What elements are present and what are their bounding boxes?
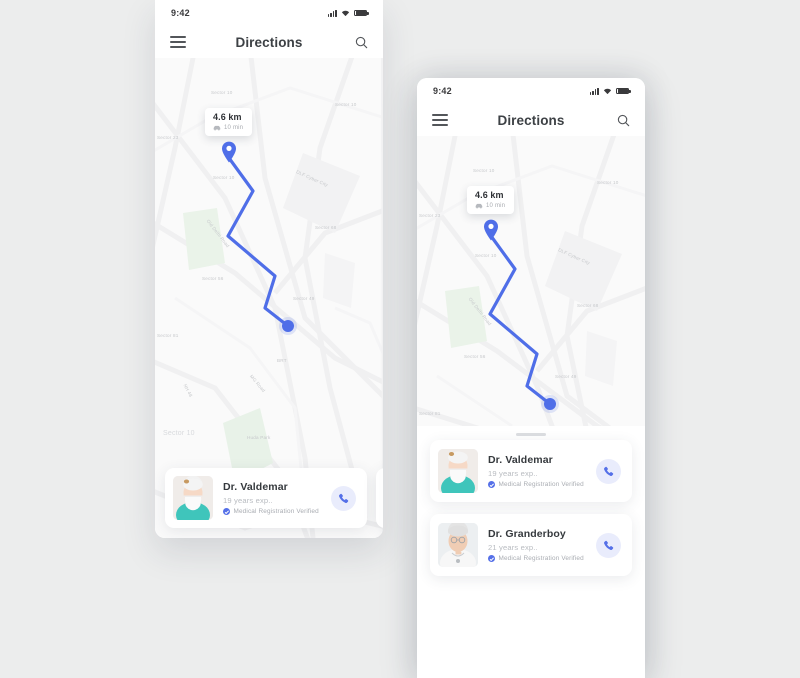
drag-handle[interactable]	[516, 433, 546, 436]
search-icon[interactable]	[617, 114, 630, 127]
status-bar-icons	[327, 9, 369, 17]
call-button[interactable]	[331, 485, 356, 511]
nav-bar: Directions	[417, 104, 645, 136]
map-view[interactable]: Sector 10 Sector 10 Sector 23 Sector 10 …	[417, 136, 645, 426]
doctor-card[interactable]: Dr. Valdemar 19 years exp.. Medical Regi…	[165, 468, 367, 528]
doctor-info: Dr. Valdemar 19 years exp.. Medical Regi…	[478, 453, 596, 489]
nav-bar: Directions	[155, 26, 383, 58]
map-graphics	[155, 58, 383, 538]
avatar	[438, 523, 478, 567]
page-title: Directions	[235, 34, 303, 50]
status-bar: 9:42	[417, 78, 645, 104]
status-bar: 9:42	[155, 0, 383, 26]
avatar	[173, 476, 213, 520]
status-bar-time: 9:42	[171, 8, 190, 18]
verified-label: Medical Registration Verified	[498, 555, 584, 563]
verification-row: Medical Registration Verified	[223, 508, 331, 516]
car-icon	[475, 203, 483, 209]
battery-icon	[616, 87, 631, 95]
verified-label: Medical Registration Verified	[233, 508, 319, 516]
car-icon	[213, 125, 221, 131]
doctor-info: Dr. Valdemar 19 years exp.. Medical Regi…	[213, 480, 331, 516]
status-bar-icons	[589, 87, 631, 95]
doctor-list-sheet: Dr. Valdemar 19 years exp.. Medical Regi…	[417, 426, 645, 678]
map-view[interactable]: Sector 10 Sector 10 Sector 23 Sector 10 …	[155, 58, 383, 538]
doctor-card[interactable]: Dr. Granderboy 21 years exp.. Medical Re…	[430, 514, 632, 576]
route-duration: 10 min	[224, 124, 244, 131]
route-distance: 4.6 km	[213, 112, 242, 122]
doctor-list: Dr. Valdemar 19 years exp.. Medical Regi…	[417, 440, 645, 576]
call-button[interactable]	[596, 532, 621, 558]
map-pin-marker[interactable]	[483, 219, 499, 241]
hamburger-menu-icon[interactable]	[170, 36, 186, 48]
doctor-info: Dr. Granderboy 21 years exp.. Medical Re…	[478, 527, 596, 563]
verified-label: Medical Registration Verified	[498, 481, 584, 489]
doctor-card-next-peek[interactable]	[376, 468, 383, 528]
doctor-experience: 19 years exp..	[488, 469, 538, 479]
map-pin-marker[interactable]	[221, 141, 237, 163]
destination-dot	[544, 398, 556, 410]
route-distance: 4.6 km	[475, 190, 504, 200]
route-info-tooltip: 4.6 km 10 min	[467, 186, 515, 214]
doctor-name: Dr. Valdemar	[488, 453, 553, 466]
search-icon[interactable]	[355, 36, 368, 49]
wifi-icon	[603, 88, 612, 95]
verified-check-icon	[488, 481, 495, 489]
status-bar-time: 9:42	[433, 86, 452, 96]
route-duration: 10 min	[486, 202, 506, 209]
avatar	[438, 449, 478, 493]
route-info-tooltip: 4.6 km 10 min	[205, 108, 253, 136]
doctor-experience: 19 years exp..	[223, 496, 273, 506]
hamburger-menu-icon[interactable]	[432, 114, 448, 126]
signal-icon	[327, 9, 337, 17]
verified-check-icon	[488, 555, 495, 563]
doctor-card-carousel[interactable]: Dr. Valdemar 19 years exp.. Medical Regi…	[155, 468, 383, 528]
doctor-experience: 21 years exp..	[488, 543, 538, 553]
doctor-name: Dr. Granderboy	[488, 527, 566, 540]
map-graphics	[417, 136, 645, 426]
canvas: 9:42 Directions Sector 10 Sector 10 Sect…	[0, 0, 800, 678]
call-button[interactable]	[596, 458, 621, 484]
wifi-icon	[341, 10, 350, 17]
verification-row: Medical Registration Verified	[488, 481, 596, 489]
battery-icon	[354, 9, 369, 17]
destination-dot	[282, 320, 294, 332]
verified-check-icon	[223, 508, 230, 516]
phone-mockup-front: 9:42 Directions Sector 10 Sector 10 Sect…	[417, 78, 645, 678]
signal-icon	[589, 87, 599, 95]
doctor-name: Dr. Valdemar	[223, 480, 288, 493]
phone-mockup-back: 9:42 Directions Sector 10 Sector 10 Sect…	[155, 0, 383, 538]
page-title: Directions	[497, 112, 565, 128]
doctor-card[interactable]: Dr. Valdemar 19 years exp.. Medical Regi…	[430, 440, 632, 502]
verification-row: Medical Registration Verified	[488, 555, 596, 563]
